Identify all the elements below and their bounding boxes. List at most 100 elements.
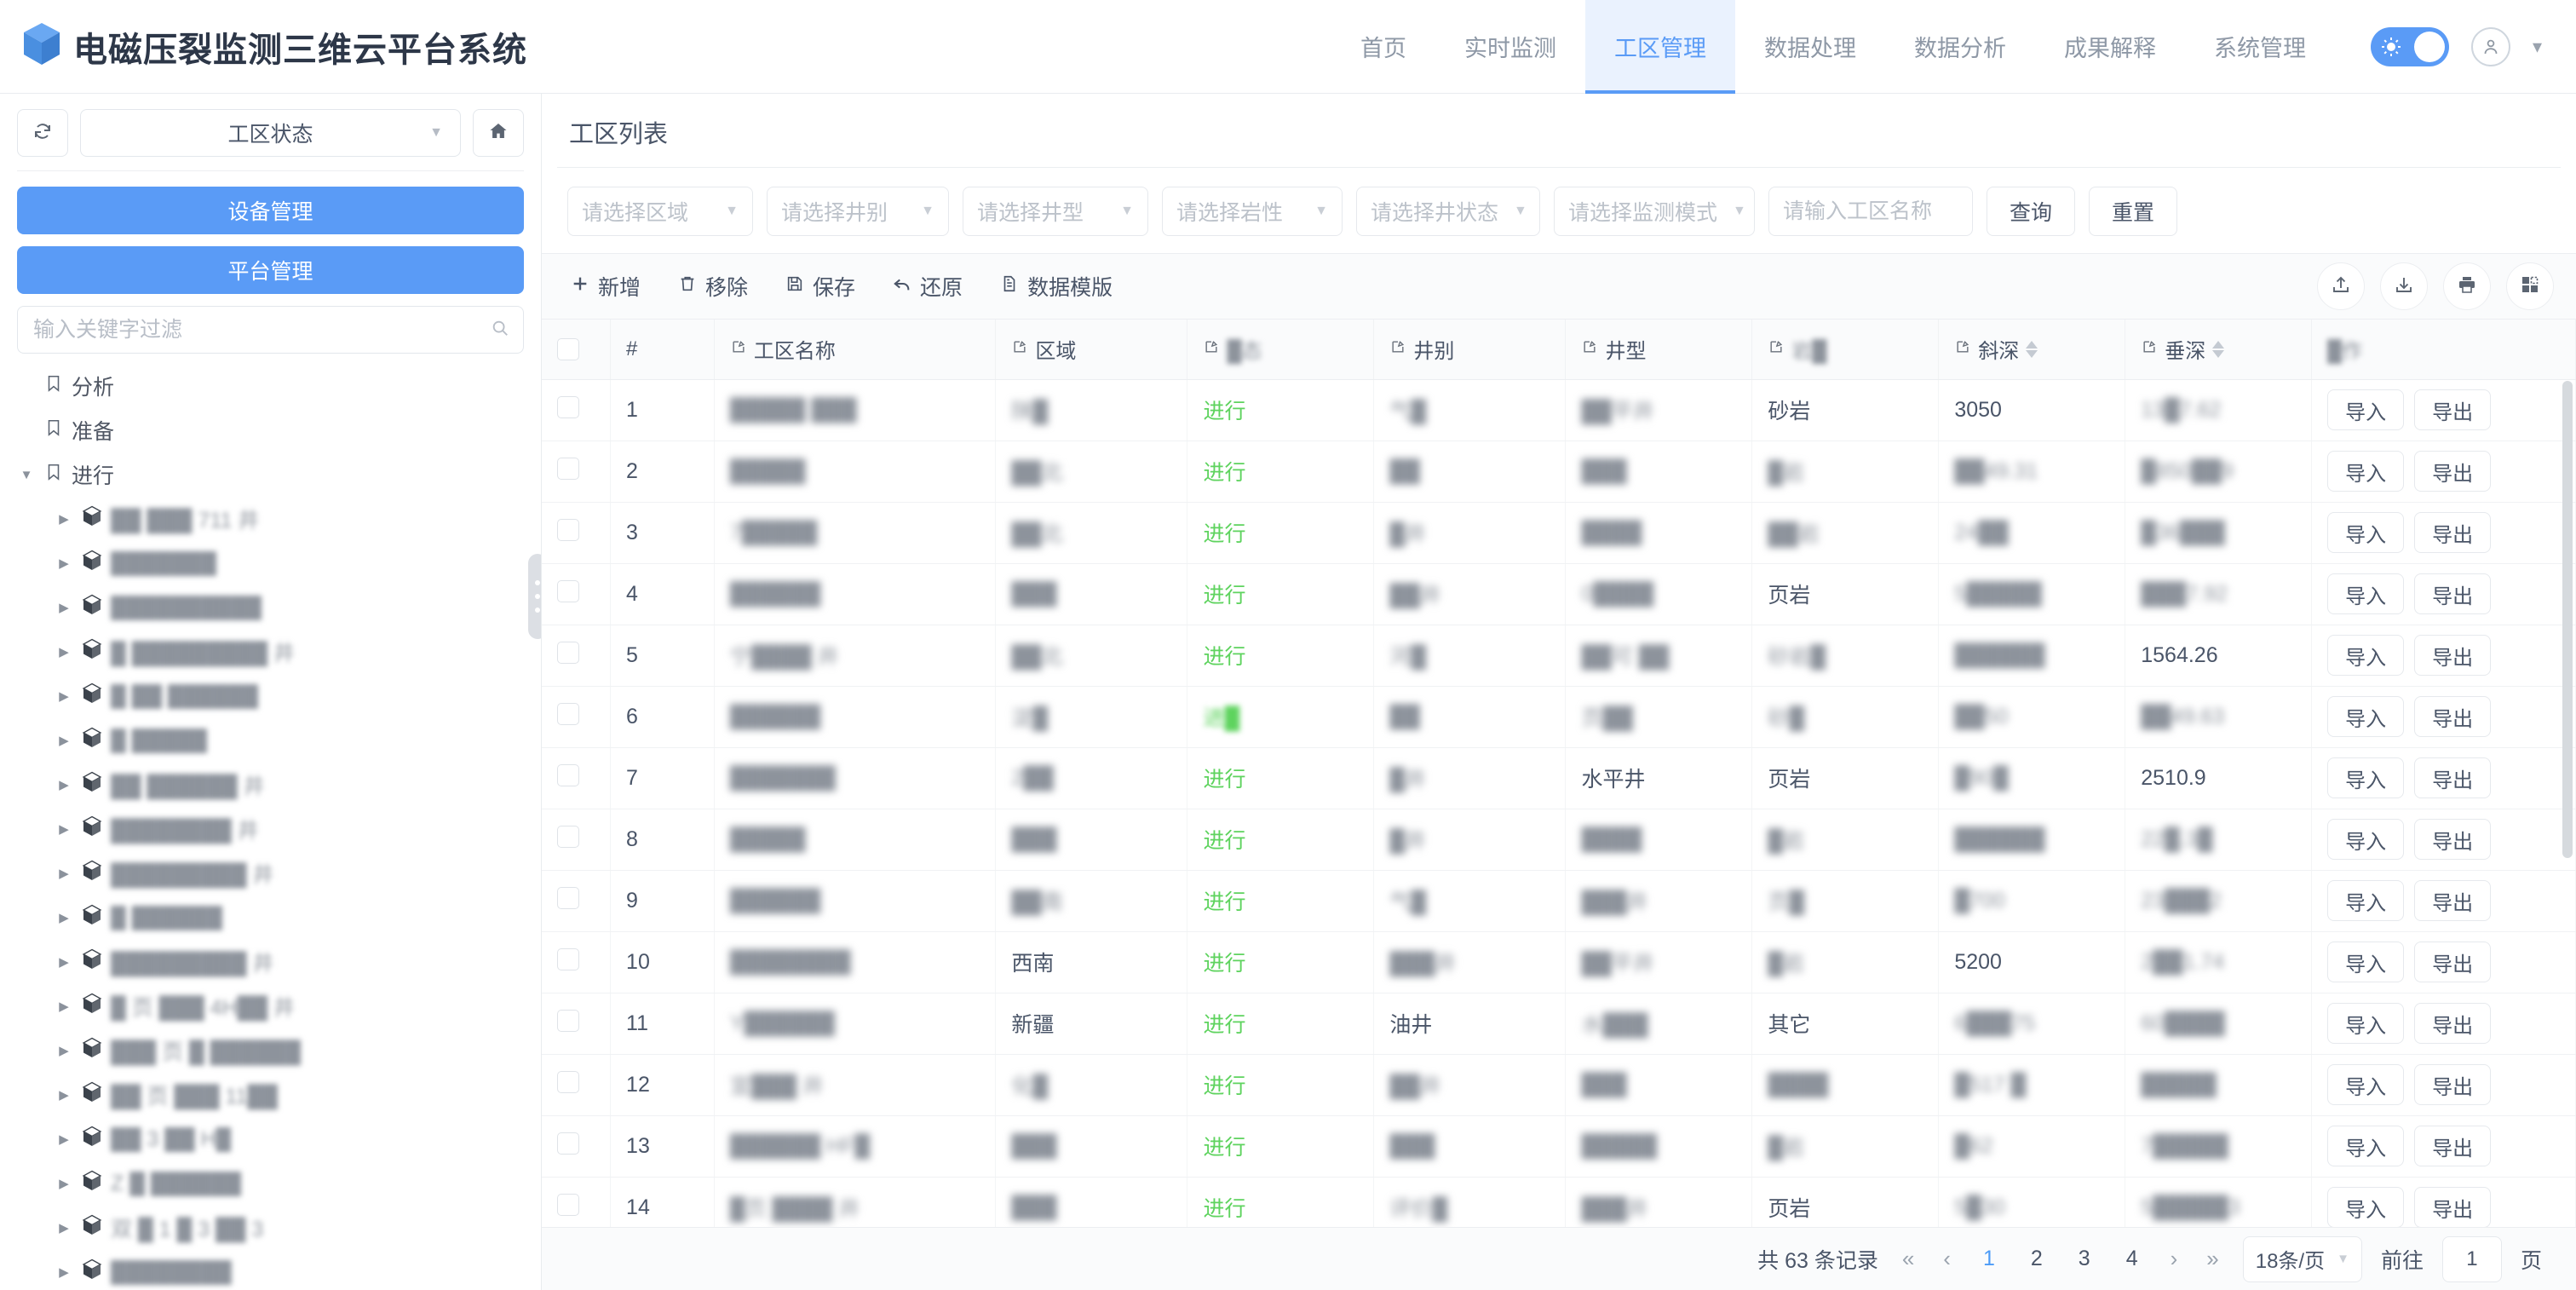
device-management-button[interactable]: 设备管理 [17, 187, 524, 234]
import-button[interactable]: 导入 [2327, 942, 2405, 982]
chevron-right-icon[interactable]: ▶ [55, 1220, 73, 1235]
row-checkbox[interactable] [557, 825, 579, 848]
query-button[interactable]: 查询 [1987, 187, 2076, 236]
tree-item[interactable]: ▼ 进行 [17, 452, 524, 497]
nav-item-system-management[interactable]: 系统管理 [2185, 0, 2335, 94]
chevron-right-icon[interactable]: ▶ [55, 777, 73, 792]
page-button-1[interactable]: 1 [1975, 1247, 2004, 1271]
row-checkbox[interactable] [557, 886, 579, 909]
page-button-2[interactable]: 2 [2022, 1247, 2051, 1271]
chevron-right-icon[interactable]: ▶ [55, 954, 73, 970]
tree-item[interactable]: ▶ ████████ [17, 1250, 524, 1290]
table-row[interactable]: 1 █████ ███ 陕█ 进行 气█ ██平井 砂岩 3050 13█7.62 导入 导出 [542, 379, 2576, 441]
export-button[interactable]: 导出 [2414, 451, 2492, 492]
tree-item[interactable]: ▶ ███ 页 █ ██████ [17, 1028, 524, 1073]
add-button[interactable]: 新增 [571, 271, 641, 302]
table-row[interactable]: 7 ███████ 2██ 进行 █井 水平井 页岩 █90█ 2510.9 导入 导出 [542, 747, 2576, 809]
chevron-right-icon[interactable]: ▶ [55, 821, 73, 837]
import-button[interactable]: 导入 [2327, 696, 2405, 737]
import-button[interactable]: 导入 [2327, 451, 2405, 492]
export-button[interactable]: 导出 [2414, 1187, 2492, 1227]
column-settings-button[interactable] [2506, 262, 2554, 310]
export-button[interactable]: 导出 [2414, 389, 2492, 430]
nav-item-result-interpretation[interactable]: 成果解释 [2035, 0, 2185, 94]
export-button[interactable]: 导出 [2414, 757, 2492, 798]
theme-toggle[interactable] [2370, 26, 2449, 66]
row-checkbox[interactable] [557, 395, 579, 418]
chevron-right-icon[interactable]: ▶ [55, 556, 73, 571]
row-checkbox[interactable] [557, 1070, 579, 1093]
column-header-vertical_depth[interactable]: 垂深 [2125, 320, 2313, 380]
row-checkbox[interactable] [557, 763, 579, 786]
well-class-select[interactable]: 请选择井别 ▼ [767, 187, 949, 236]
row-checkbox[interactable] [557, 579, 579, 602]
row-checkbox[interactable] [557, 1193, 579, 1216]
tree-item[interactable]: ▶ █ ██████ [17, 896, 524, 940]
import-button[interactable]: 导入 [2327, 1126, 2405, 1166]
export-button[interactable]: 导出 [2414, 1126, 2492, 1166]
tree-item[interactable]: ▶ ████████ 井 [17, 807, 524, 851]
tree-item[interactable]: ▶ █ █████ [17, 718, 524, 763]
import-button[interactable]: 导入 [2327, 1003, 2405, 1044]
chevron-down-icon[interactable]: ▾ [2533, 36, 2542, 58]
worksite-name-input[interactable] [1768, 187, 1973, 236]
chevron-right-icon[interactable]: ▶ [55, 600, 73, 615]
upload-button[interactable] [2317, 262, 2365, 310]
tree-item[interactable]: ▶ ███████ [17, 541, 524, 585]
import-button[interactable]: 导入 [2327, 880, 2405, 921]
chevron-right-icon[interactable]: ▶ [55, 1087, 73, 1103]
chevron-right-icon[interactable]: ▶ [55, 999, 73, 1014]
export-button[interactable]: 导出 [2414, 942, 2492, 982]
tree-item[interactable]: ▶ ██ ██████ 井 [17, 763, 524, 807]
import-button[interactable]: 导入 [2327, 635, 2405, 676]
import-button[interactable]: 导入 [2327, 819, 2405, 860]
table-row[interactable]: 9 ██████ ██南 进行 气█ ███井 页█ █700 23███2 导入 导出 [542, 870, 2576, 932]
platform-management-button[interactable]: 平台管理 [17, 246, 524, 294]
table-row[interactable]: 10 ████████ 西南 进行 ███井 ██平井 █岩 5200 2██1.74 导入 导出 [542, 931, 2576, 993]
chevron-right-icon[interactable]: ▶ [55, 866, 73, 881]
keyword-filter[interactable] [17, 306, 524, 354]
worksite-status-select[interactable]: 工区状态 ▼ [80, 109, 461, 157]
tree-item[interactable]: 准备 [17, 408, 524, 452]
select-all-checkbox[interactable] [557, 337, 579, 360]
tree-item[interactable]: ▶ ██ ███ 711 井 [17, 497, 524, 541]
column-header-slant_depth[interactable]: 斜深 [1938, 320, 2126, 380]
chevron-right-icon[interactable]: ▶ [55, 733, 73, 748]
table-row[interactable]: 8 █████ ███ 进行 █井 ████ █岩 ██████ 22█.3█ 导入 导出 [542, 809, 2576, 871]
tree-item[interactable]: 分析 [17, 364, 524, 408]
nav-item-data-processing[interactable]: 数据处理 [1735, 0, 1885, 94]
tree-item[interactable]: ▶ ██████████ [17, 585, 524, 630]
export-button[interactable]: 导出 [2414, 1003, 2492, 1044]
row-checkbox[interactable] [557, 457, 579, 480]
table-scrollbar[interactable] [2562, 381, 2573, 858]
export-button[interactable]: 导出 [2414, 1064, 2492, 1105]
table-row[interactable]: 3 7█████ ██北 进行 █井 ████ ██岩 24██ █36███ 导入 导出 [542, 502, 2576, 564]
table-row[interactable]: 5 宁████ 井 ██北 进行 河█ ██可 ██ 砂岩█ ██████ 1564.26 导入导… [542, 625, 2576, 687]
export-button[interactable]: 导出 [2414, 635, 2492, 676]
row-checkbox[interactable] [557, 641, 579, 664]
import-button[interactable]: 导入 [2327, 1064, 2405, 1105]
remove-button[interactable]: 移除 [678, 271, 748, 302]
tree-item[interactable]: ▶ █████████ 井 [17, 851, 524, 896]
tree-item[interactable]: ▶ 双 █ 1 █ 3 ██ 3 [17, 1206, 524, 1250]
sidebar-resize-handle[interactable] [528, 554, 541, 639]
table-row[interactable]: 12 宣███ 井化█ 进行 ██井 ███ ████ █517 █ █████ 导入 导出 [542, 1054, 2576, 1116]
nav-item-worksite-management[interactable]: 工区管理 [1584, 0, 1735, 94]
export-button[interactable]: 导出 [2414, 573, 2492, 614]
goto-page-input[interactable] [2441, 1235, 2502, 1282]
import-button[interactable]: 导入 [2327, 512, 2405, 553]
tree-item[interactable]: ▶ █ ██ ██████ [17, 674, 524, 718]
tree-item[interactable]: ▶ ██ 页 ███ 11██ [17, 1073, 524, 1117]
page-size-select[interactable]: 18条/页 ▼ [2242, 1235, 2362, 1282]
download-button[interactable] [2380, 262, 2428, 310]
first-page-button[interactable]: « [1897, 1246, 1919, 1272]
export-button[interactable]: 导出 [2414, 696, 2492, 737]
import-button[interactable]: 导入 [2327, 389, 2405, 430]
export-button[interactable]: 导出 [2414, 512, 2492, 553]
import-button[interactable]: 导入 [2327, 1187, 2405, 1227]
last-page-button[interactable]: » [2201, 1246, 2223, 1272]
restore-button[interactable]: 还原 [893, 271, 963, 302]
tree-item[interactable]: ▶ █ 页 ███ 4H██ 井 [17, 984, 524, 1028]
table-row[interactable]: 14 █页 ████ 井 ███ 进行 评价█ ███井 页岩 5█30 5█████3 导入 导出 [542, 1177, 2576, 1227]
table-row[interactable]: 6 ██████ 淀█ 进█ ██ 页██ 砂█ ██50 ██49.63 导入 导出 [542, 686, 2576, 748]
